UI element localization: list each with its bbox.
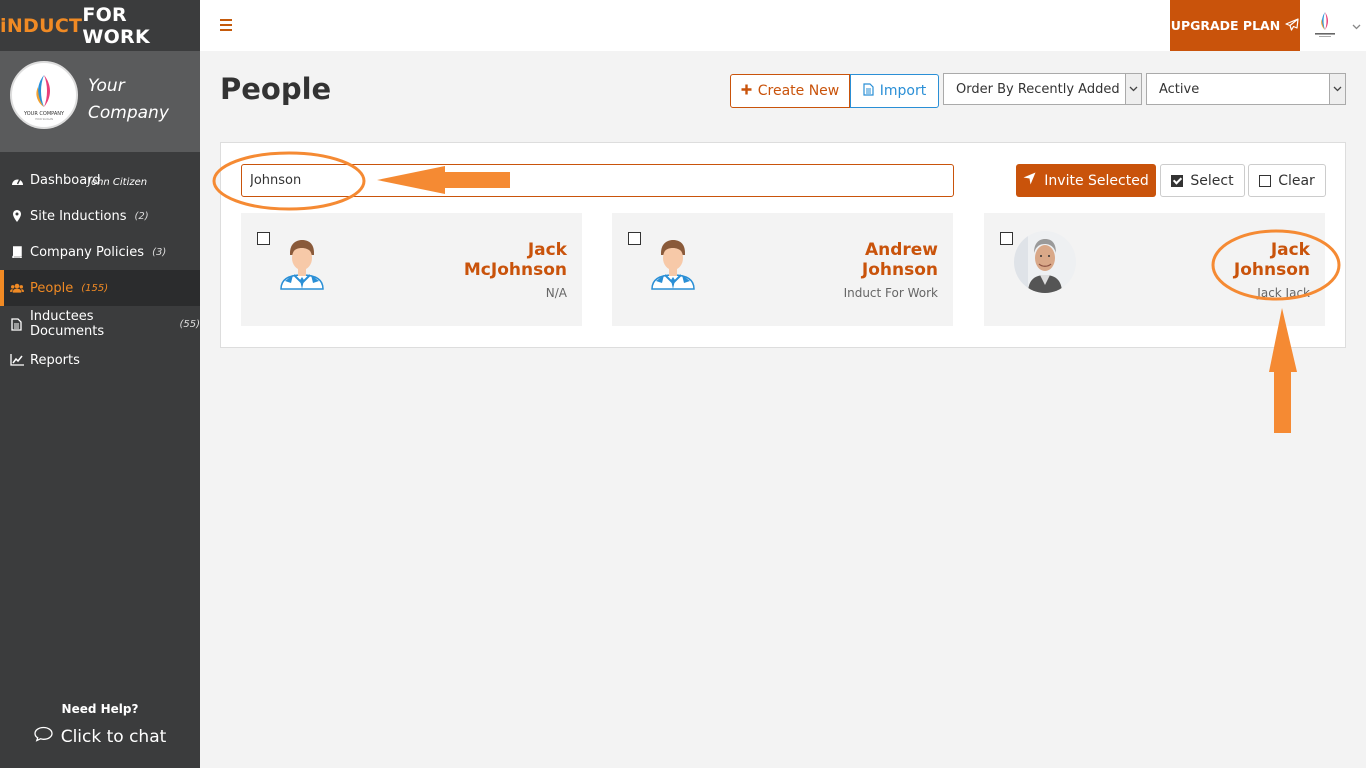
- order-by-value: Order By Recently Added: [956, 81, 1120, 97]
- clear-button[interactable]: Clear: [1248, 164, 1326, 197]
- profile-panel: YOUR COMPANY YOUR SLOGAN Your Company Jo…: [0, 51, 200, 188]
- sidebar-item-label: People: [30, 280, 74, 296]
- users-icon: [10, 282, 24, 294]
- sidebar-item-people[interactable]: People (155): [0, 270, 200, 306]
- svg-text:YOUR SLOGAN: YOUR SLOGAN: [35, 117, 53, 121]
- help-section: Need Help? Click to chat: [0, 702, 200, 747]
- sidebar-item-count: (3): [152, 246, 167, 258]
- sidebar-item-label: Site Inductions: [30, 208, 127, 224]
- paper-plane-icon: [1285, 17, 1299, 34]
- person-checkbox[interactable]: [628, 232, 641, 245]
- person-company: Induct For Work: [843, 286, 938, 300]
- brand-logo[interactable]: iNDUCT FOR WORK: [0, 0, 200, 51]
- person-checkbox[interactable]: [1000, 232, 1013, 245]
- person-avatar-icon: [271, 231, 333, 293]
- account-chevron-down-icon[interactable]: [1352, 22, 1361, 33]
- dashboard-icon: [10, 175, 24, 186]
- person-card[interactable]: Jack McJohnson N/A: [241, 213, 582, 326]
- chat-label: Click to chat: [60, 726, 167, 747]
- sidebar-item-label: Company Policies: [30, 244, 145, 260]
- page-title: People: [220, 72, 332, 106]
- empty-box-icon: [1259, 174, 1272, 187]
- plus-icon: [741, 83, 752, 99]
- sidebar-item-inductees-documents[interactable]: Inductees Documents (55): [0, 306, 200, 342]
- sidebar-item-site-inductions[interactable]: Site Inductions (2): [0, 198, 200, 234]
- sidebar: iNDUCT FOR WORK YOUR COMPANY YOUR SLOGAN …: [0, 0, 200, 768]
- select-all-button[interactable]: Select: [1160, 164, 1245, 197]
- brand-part-1: iNDUCT: [0, 14, 83, 37]
- page-actions: Create New Import: [730, 74, 939, 108]
- checked-box-icon: [1171, 174, 1184, 187]
- people-panel: Invite Selected Select Clear Jack McJohn…: [220, 142, 1346, 348]
- sidebar-item-count: (55): [179, 318, 200, 330]
- status-value: Active: [1159, 81, 1200, 97]
- person-card[interactable]: Andrew Johnson Induct For Work: [612, 213, 953, 326]
- person-name[interactable]: Jack Johnson: [1234, 240, 1310, 280]
- person-avatar-icon: [642, 231, 704, 293]
- help-title: Need Help?: [61, 702, 139, 716]
- upgrade-plan-button[interactable]: UPGRADE PLAN: [1170, 0, 1300, 51]
- company-name: Your Company: [88, 76, 169, 123]
- status-select[interactable]: Active: [1146, 73, 1346, 105]
- search-input[interactable]: [241, 164, 954, 197]
- create-new-label: Create New: [757, 83, 840, 99]
- annotation-overlay: [212, 151, 1341, 433]
- menu-toggle-icon[interactable]: [220, 19, 232, 31]
- person-name[interactable]: Andrew Johnson: [862, 240, 938, 280]
- person-photo: [1014, 231, 1076, 293]
- person-company: N/A: [545, 286, 567, 300]
- brand-part-2: FOR WORK: [82, 3, 150, 48]
- sidebar-item-company-policies[interactable]: Company Policies (3): [0, 234, 200, 270]
- sidebar-item-count: (2): [134, 210, 149, 222]
- sidebar-nav: Dashboard Site Inductions (2) Company Po…: [0, 162, 200, 378]
- sidebar-item-count: (155): [81, 282, 109, 294]
- sidebar-item-label: Inductees Documents: [29, 309, 105, 339]
- chat-button[interactable]: Click to chat: [0, 726, 200, 747]
- chevron-down-icon: [1329, 74, 1345, 104]
- person-checkbox[interactable]: [257, 232, 270, 245]
- chat-bubble-icon: [34, 726, 53, 747]
- sidebar-item-dashboard[interactable]: Dashboard: [0, 162, 200, 198]
- sidebar-item-reports[interactable]: Reports: [0, 342, 200, 378]
- sidebar-item-label: Reports: [30, 352, 80, 368]
- chevron-down-icon: [1125, 74, 1141, 104]
- person-name[interactable]: Jack McJohnson: [464, 240, 567, 280]
- person-card[interactable]: Jack Johnson Jack Jack: [984, 213, 1325, 326]
- invite-selected-label: Invite Selected: [1044, 172, 1149, 189]
- invite-selected-button[interactable]: Invite Selected: [1016, 164, 1156, 197]
- company-logo-text: YOUR COMPANY: [23, 111, 65, 117]
- book-icon: [10, 246, 24, 258]
- line-chart-icon: [10, 354, 24, 366]
- sidebar-item-label: Dashboard: [30, 172, 101, 188]
- clear-label: Clear: [1278, 172, 1315, 189]
- file-text-icon: [863, 82, 874, 100]
- document-icon: [10, 317, 24, 331]
- map-marker-icon: [10, 210, 24, 222]
- upgrade-plan-label: UPGRADE PLAN: [1170, 18, 1281, 33]
- account-logo[interactable]: [1312, 10, 1338, 40]
- select-label: Select: [1190, 172, 1234, 189]
- company-logo[interactable]: YOUR COMPANY YOUR SLOGAN: [10, 61, 78, 129]
- import-button[interactable]: Import: [850, 74, 939, 108]
- topbar: UPGRADE PLAN: [200, 0, 1366, 51]
- location-arrow-icon: [1023, 172, 1036, 189]
- person-company: Jack Jack: [1257, 286, 1310, 300]
- import-label: Import: [879, 83, 927, 99]
- create-new-button[interactable]: Create New: [730, 74, 850, 108]
- order-by-select[interactable]: Order By Recently Added: [943, 73, 1142, 105]
